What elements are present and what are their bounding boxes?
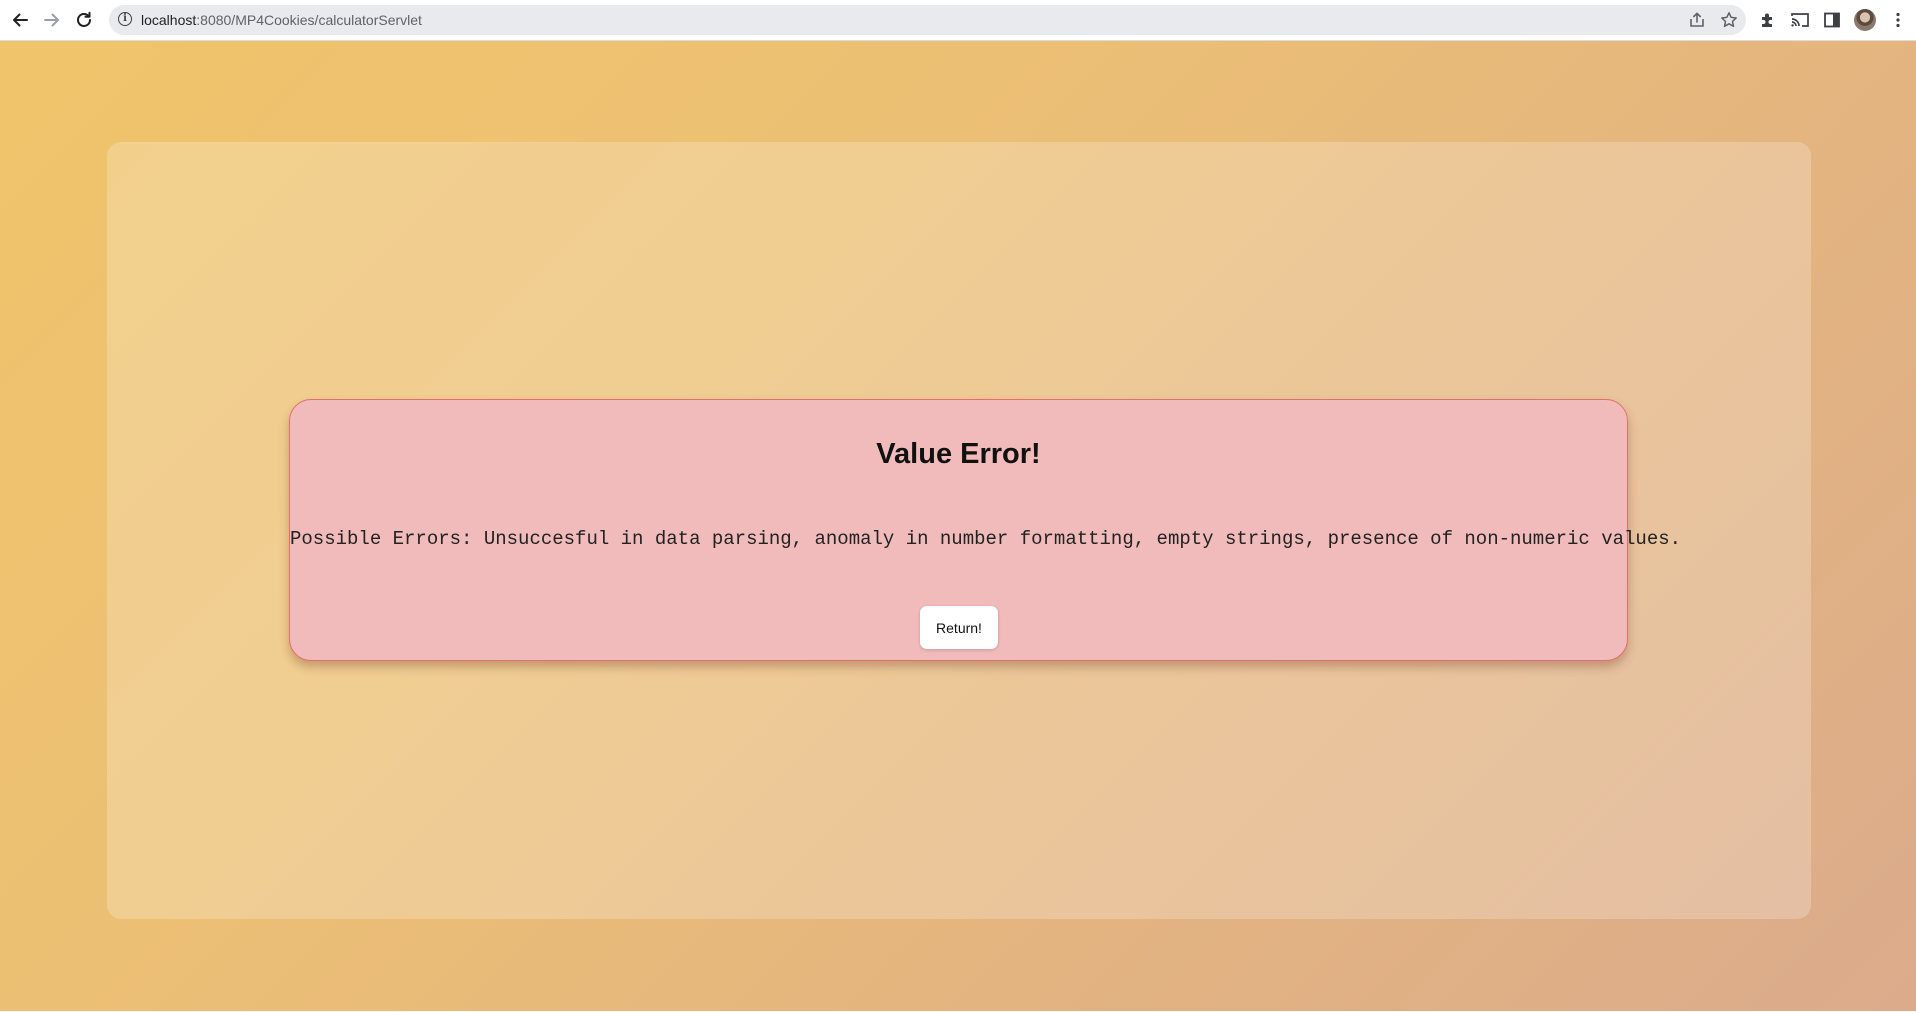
url-text[interactable]: localhost:8080/MP4Cookies/calculatorServ…: [141, 12, 422, 28]
url-host: localhost: [141, 12, 197, 28]
return-button[interactable]: Return!: [920, 606, 998, 649]
back-arrow-icon[interactable]: [8, 8, 32, 32]
share-icon[interactable]: [1688, 11, 1706, 29]
info-icon[interactable]: i: [118, 12, 132, 26]
kebab-menu-icon[interactable]: [1888, 10, 1908, 30]
star-icon[interactable]: [1720, 11, 1738, 29]
error-message: Possible Errors: Unsuccesful in data par…: [290, 528, 1682, 550]
url-path: :8080/MP4Cookies/calculatorServlet: [196, 12, 422, 28]
avatar[interactable]: [1854, 9, 1876, 31]
cast-icon[interactable]: [1790, 10, 1810, 30]
puzzle-icon[interactable]: [1758, 10, 1778, 30]
error-title: Value Error!: [876, 438, 1041, 470]
reload-icon[interactable]: [72, 8, 96, 32]
address-bar[interactable]: i localhost:8080/MP4Cookies/calculatorSe…: [109, 5, 1746, 35]
forward-arrow-icon[interactable]: [40, 8, 64, 32]
browser-toolbar: i localhost:8080/MP4Cookies/calculatorSe…: [0, 0, 1916, 41]
side-panel-icon[interactable]: [1822, 10, 1842, 30]
page-viewport: Value Error! Possible Errors: Unsuccesfu…: [0, 41, 1916, 1012]
error-card: Value Error! Possible Errors: Unsuccesfu…: [289, 399, 1682, 661]
